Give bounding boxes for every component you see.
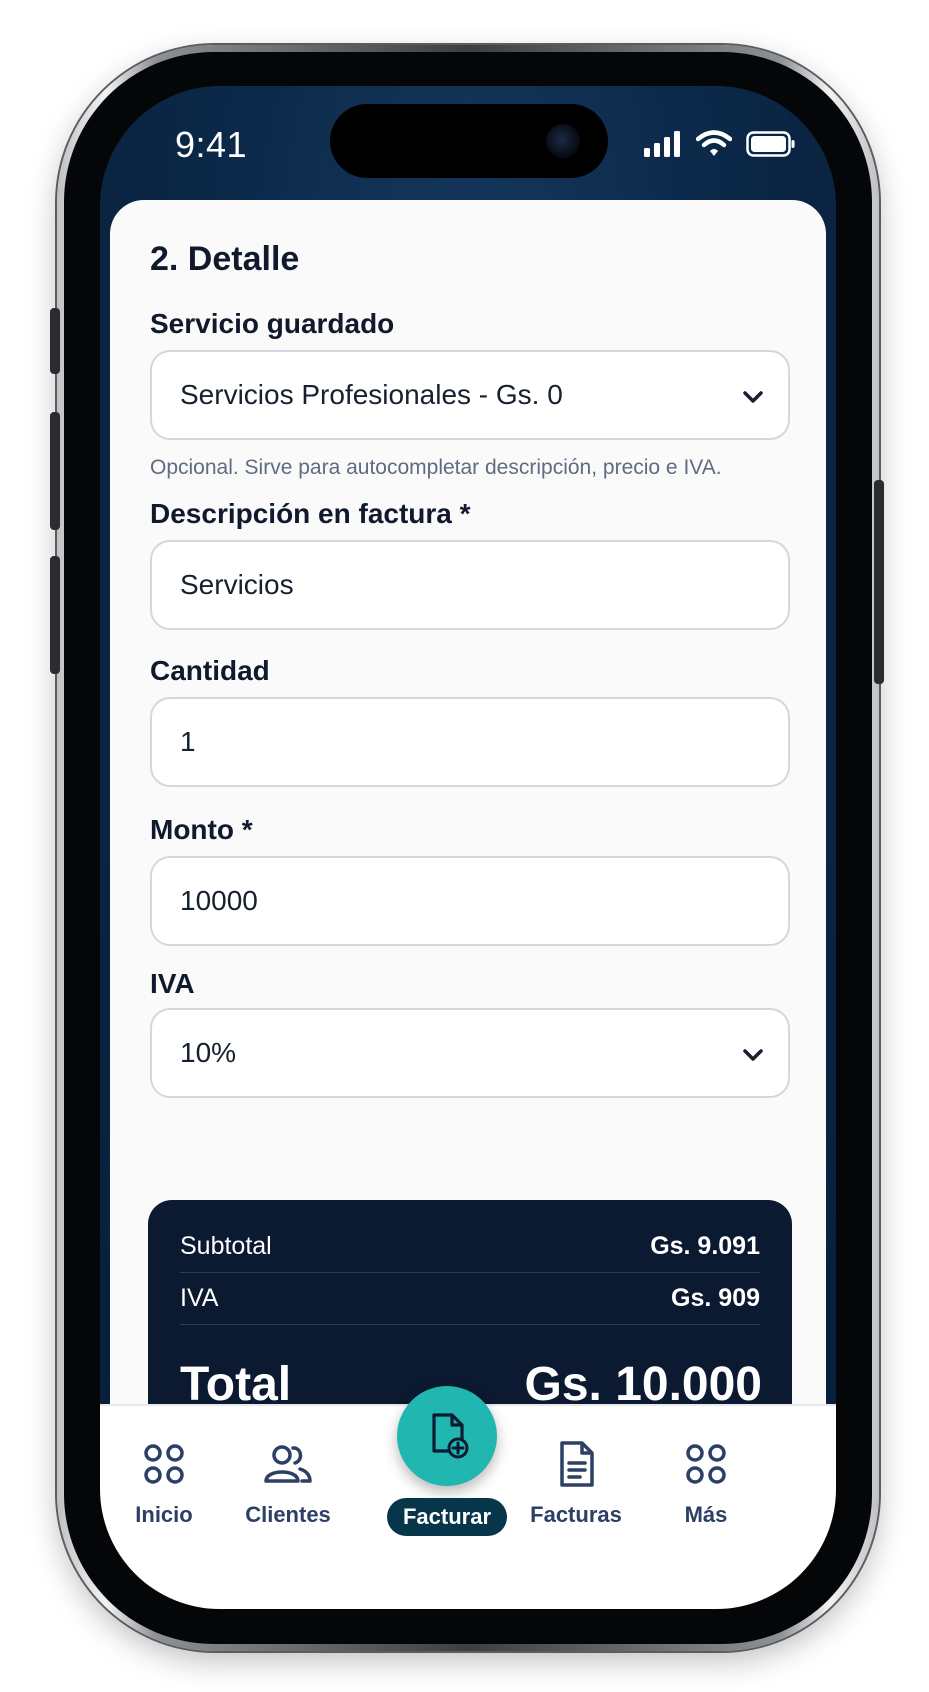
users-icon <box>264 1445 312 1483</box>
saved-service-value: Servicios Profesionales - Gs. 0 <box>180 379 563 410</box>
nav-label-facturar: Facturar <box>387 1498 507 1536</box>
status-icons <box>644 130 796 158</box>
nav-label-mas: Más <box>684 1502 728 1527</box>
quantity-value: 1 <box>180 726 196 757</box>
summary-divider <box>180 1272 760 1273</box>
iva-summary-label: IVA <box>180 1283 219 1312</box>
chevron-down-icon <box>743 391 763 403</box>
chevron-down-icon <box>743 1049 763 1061</box>
grid-icon <box>686 1444 726 1484</box>
bottom-nav: Inicio Clientes Facturar Facturas Más <box>100 1386 836 1609</box>
iva-select[interactable]: 10% <box>150 1008 790 1098</box>
iva-label: IVA <box>150 968 195 999</box>
action-button <box>50 308 60 374</box>
summary-divider <box>180 1324 760 1325</box>
amount-label: Monto * <box>150 814 253 845</box>
camera-icon <box>546 124 580 158</box>
new-invoice-icon <box>432 1413 469 1459</box>
quantity-input[interactable]: 1 <box>150 697 790 787</box>
detail-card: 2. Detalle Servicio guardado Servicios P… <box>110 200 826 1440</box>
battery-icon <box>746 131 795 157</box>
nav-item-facturar[interactable]: Facturar <box>387 1386 537 1536</box>
grid-icon <box>144 1444 184 1484</box>
signal-icon <box>644 131 680 157</box>
dynamic-island <box>330 104 608 178</box>
nav-label-inicio: Inicio <box>135 1502 193 1527</box>
subtotal-label: Subtotal <box>180 1231 272 1260</box>
nav-item-facturas[interactable]: Facturas <box>516 1438 636 1548</box>
status-time: 9:41 <box>175 124 248 165</box>
screen: 9:41 2. Detalle Servicio guardado Servic… <box>100 86 836 1609</box>
iva-row: IVA Gs. 909 <box>180 1278 760 1318</box>
saved-service-select[interactable]: Servicios Profesionales - Gs. 0 <box>150 350 790 440</box>
volume-down-button <box>50 556 60 674</box>
amount-input[interactable]: 10000 <box>150 856 790 946</box>
document-icon <box>560 1441 594 1487</box>
description-value: Servicios <box>180 569 294 600</box>
quantity-label: Cantidad <box>150 655 270 686</box>
iva-summary-value: Gs. 909 <box>671 1283 760 1312</box>
iva-value: 10% <box>180 1037 237 1068</box>
subtotal-row: Subtotal Gs. 9.091 <box>180 1226 760 1266</box>
volume-up-button <box>50 412 60 530</box>
facturar-fab-button[interactable] <box>397 1386 497 1486</box>
description-label: Descripción en factura * <box>150 498 471 529</box>
wifi-icon <box>696 130 732 156</box>
phone-mockup: 9:41 2. Detalle Servicio guardado Servic… <box>0 0 929 1692</box>
description-input[interactable]: Servicios <box>150 540 790 630</box>
power-button <box>874 480 884 684</box>
nav-label-clientes: Clientes <box>245 1502 331 1527</box>
nav-item-inicio[interactable]: Inicio <box>104 1438 224 1548</box>
section-title: 2. Detalle <box>150 240 300 278</box>
saved-service-helper: Opcional. Sirve para autocompletar descr… <box>150 456 722 479</box>
saved-service-label: Servicio guardado <box>150 308 395 339</box>
nav-label-facturas: Facturas <box>530 1502 622 1527</box>
amount-value: 10000 <box>180 885 258 916</box>
nav-item-clientes[interactable]: Clientes <box>228 1438 348 1548</box>
nav-item-mas[interactable]: Más <box>646 1438 766 1548</box>
subtotal-value: Gs. 9.091 <box>650 1231 760 1260</box>
